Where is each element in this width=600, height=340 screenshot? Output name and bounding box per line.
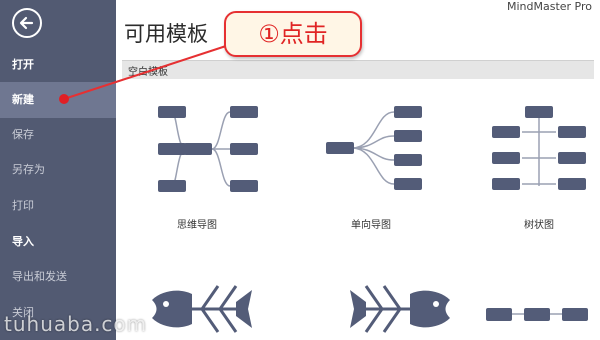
template-fishbone-reverse[interactable] (312, 278, 462, 340)
watermark: tuhuaba.com (4, 312, 148, 336)
template-one-way-map[interactable]: 单向导图 (296, 92, 446, 242)
section-header: 空白模板 (122, 60, 594, 79)
back-arrow-icon[interactable] (12, 8, 42, 38)
template-label: 单向导图 (351, 220, 391, 231)
template-tree-diagram[interactable]: 树状图 (464, 92, 600, 242)
template-label: 树状图 (524, 220, 554, 231)
sidebar-item-print[interactable]: 打印 (0, 188, 116, 224)
sidebar-item-open[interactable]: 打开 (0, 47, 116, 83)
timeline-icon (486, 308, 588, 321)
fishbone-reverse-icon (350, 285, 450, 333)
mind-map-icon (158, 106, 258, 192)
fishbone-icon (152, 285, 252, 333)
template-fishbone[interactable] (140, 278, 290, 340)
template-mind-map[interactable]: 思维导图 (122, 92, 272, 242)
annotation-callout: ①点击 (224, 11, 362, 57)
one-way-map-icon (326, 106, 422, 190)
template-timeline[interactable] (470, 278, 600, 340)
app-name: MindMaster Pro (506, 0, 592, 13)
sidebar-item-save[interactable]: 保存 (0, 117, 116, 153)
sidebar-item-export-send[interactable]: 导出和发送 (0, 259, 116, 295)
sidebar-item-import[interactable]: 导入 (0, 224, 116, 260)
template-label: 思维导图 (177, 220, 217, 231)
file-menu-sidebar: 打开 新建 保存 另存为 打印 导入 导出和发送 关闭 (0, 0, 116, 340)
sidebar-item-new[interactable]: 新建 (0, 82, 116, 118)
section-label: 空白模板 (128, 67, 168, 78)
sidebar-item-save-as[interactable]: 另存为 (0, 152, 116, 188)
page-title: 可用模板 (124, 22, 208, 46)
callout-text: ①点击 (258, 20, 328, 48)
tree-diagram-icon (492, 106, 586, 190)
